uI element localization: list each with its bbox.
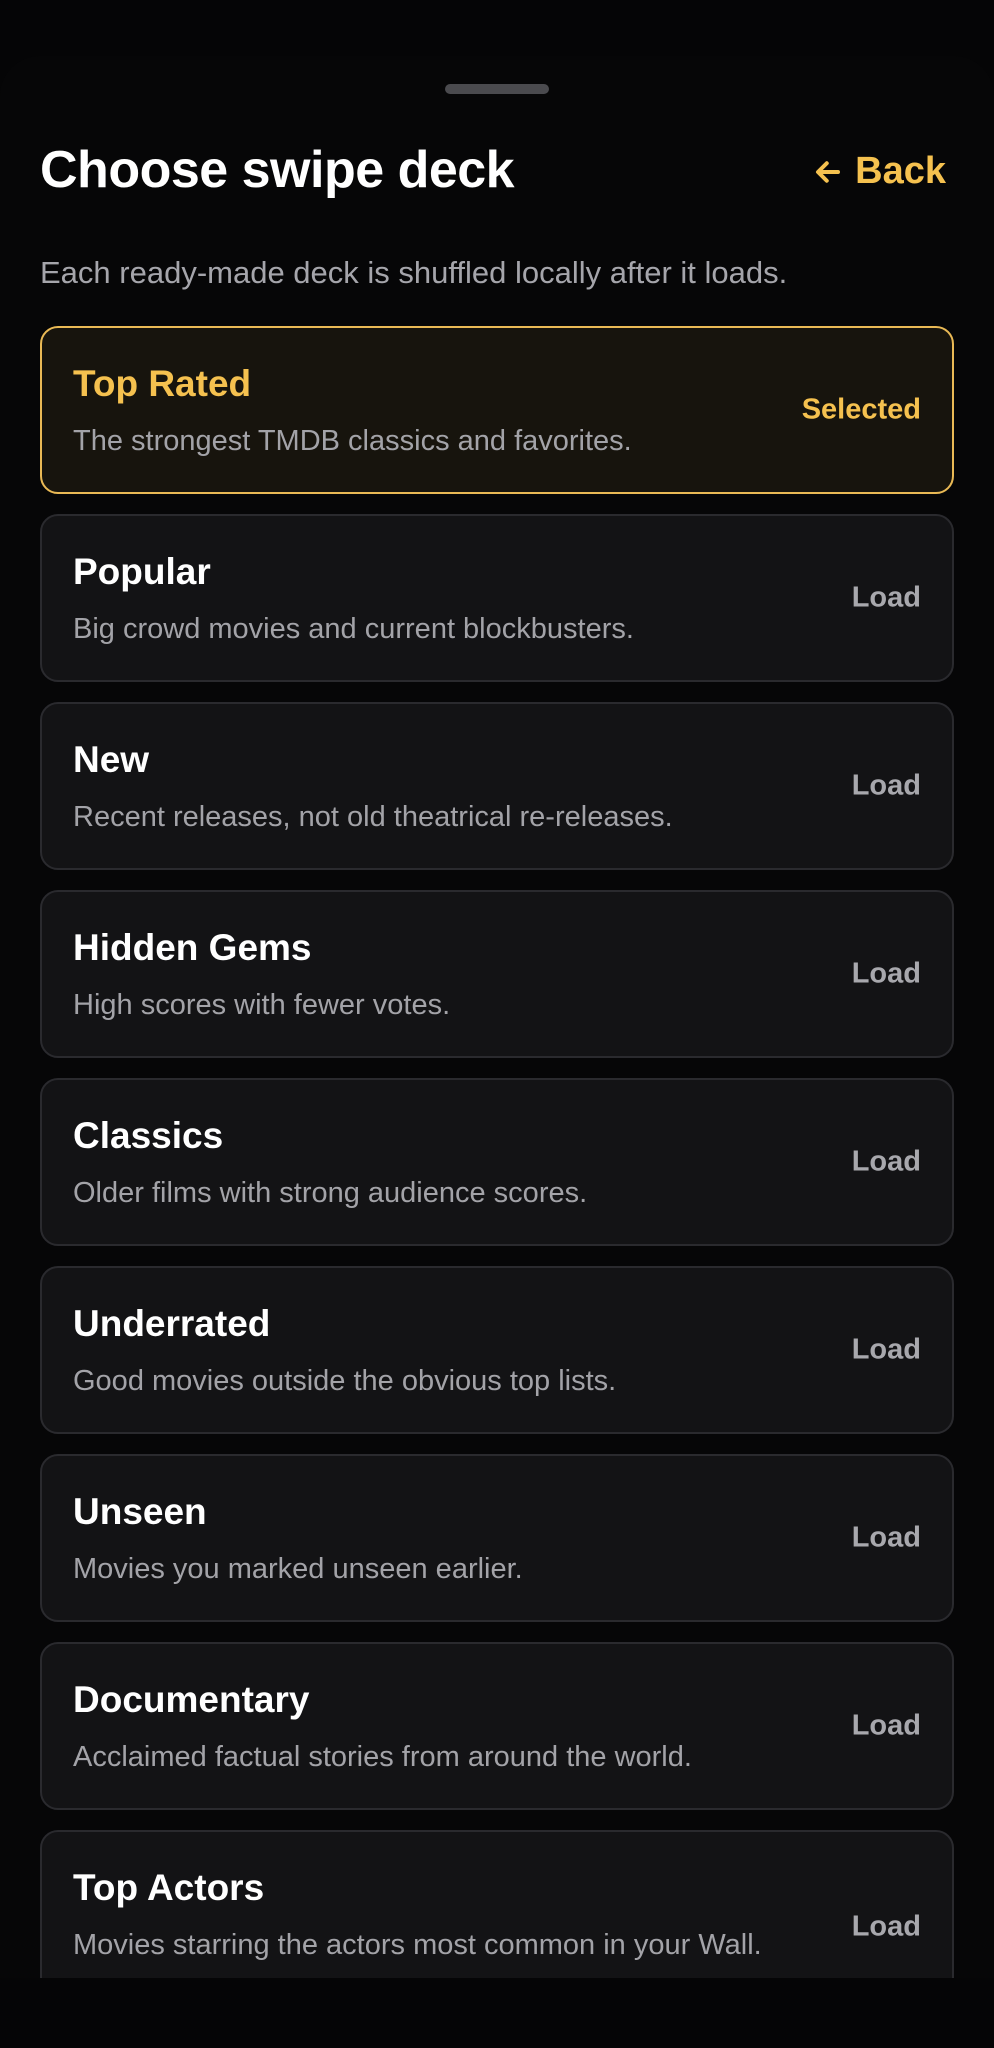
sheet-grabber-handle[interactable]: [445, 84, 549, 94]
deck-load-button[interactable]: Load: [852, 770, 921, 803]
deck-card-unseen[interactable]: Unseen Movies you marked unseen earlier.…: [40, 1454, 954, 1622]
deck-selected-badge: Selected: [801, 393, 921, 426]
deck-name: New: [73, 739, 150, 780]
deck-description: Good movies outside the obvious top list…: [73, 1365, 617, 1397]
deck-picker-sheet: Choose swipe deck Back Each ready-made d…: [0, 56, 994, 1978]
deck-name: Popular: [73, 551, 211, 592]
deck-name: Hidden Gems: [73, 927, 312, 968]
deck-load-button[interactable]: Load: [852, 1710, 921, 1743]
deck-load-button[interactable]: Load: [852, 1522, 921, 1555]
deck-name: Documentary: [73, 1679, 310, 1720]
deck-load-button[interactable]: Load: [852, 1334, 921, 1367]
deck-load-button[interactable]: Load: [852, 1146, 921, 1179]
back-button[interactable]: Back: [813, 150, 946, 193]
deck-description: Recent releases, not old theatrical re-r…: [73, 801, 673, 833]
deck-card-hidden-gems[interactable]: Hidden Gems High scores with fewer votes…: [40, 890, 954, 1058]
page-subtitle: Each ready-made deck is shuffled locally…: [40, 255, 788, 290]
deck-name: Classics: [73, 1115, 224, 1156]
deck-load-button[interactable]: Load: [852, 958, 921, 991]
deck-description: Acclaimed factual stories from around th…: [73, 1741, 692, 1773]
deck-load-button[interactable]: Load: [852, 582, 921, 615]
deck-name: Underrated: [73, 1303, 271, 1344]
back-button-label: Back: [855, 150, 946, 192]
deck-description: High scores with fewer votes.: [73, 989, 451, 1021]
deck-list: Top Rated The strongest TMDB classics an…: [40, 326, 954, 1978]
deck-card-popular[interactable]: Popular Big crowd movies and current blo…: [40, 514, 954, 682]
deck-name: Top Actors: [73, 1867, 265, 1908]
deck-description: Older films with strong audience scores.: [73, 1177, 588, 1209]
deck-card-top-actors[interactable]: Top Actors Movies starring the actors mo…: [40, 1830, 954, 1978]
deck-description: Movies you marked unseen earlier.: [73, 1553, 523, 1585]
deck-name: Unseen: [73, 1491, 207, 1532]
page-title: Choose swipe deck: [40, 141, 515, 199]
deck-description: Big crowd movies and current blockbuster…: [73, 613, 634, 645]
arrow-left-icon: [816, 160, 841, 183]
deck-card-classics[interactable]: Classics Older films with strong audienc…: [40, 1078, 954, 1246]
deck-description: The strongest TMDB classics and favorite…: [73, 425, 632, 457]
deck-load-button[interactable]: Load: [852, 1911, 921, 1944]
deck-card-top-rated[interactable]: Top Rated The strongest TMDB classics an…: [40, 326, 954, 494]
deck-card-documentary[interactable]: Documentary Acclaimed factual stories fr…: [40, 1642, 954, 1810]
deck-description: Movies starring the actors most common i…: [73, 1929, 762, 1961]
deck-name: Top Rated: [73, 363, 252, 404]
deck-card-underrated[interactable]: Underrated Good movies outside the obvio…: [40, 1266, 954, 1434]
deck-card-new[interactable]: New Recent releases, not old theatrical …: [40, 702, 954, 870]
